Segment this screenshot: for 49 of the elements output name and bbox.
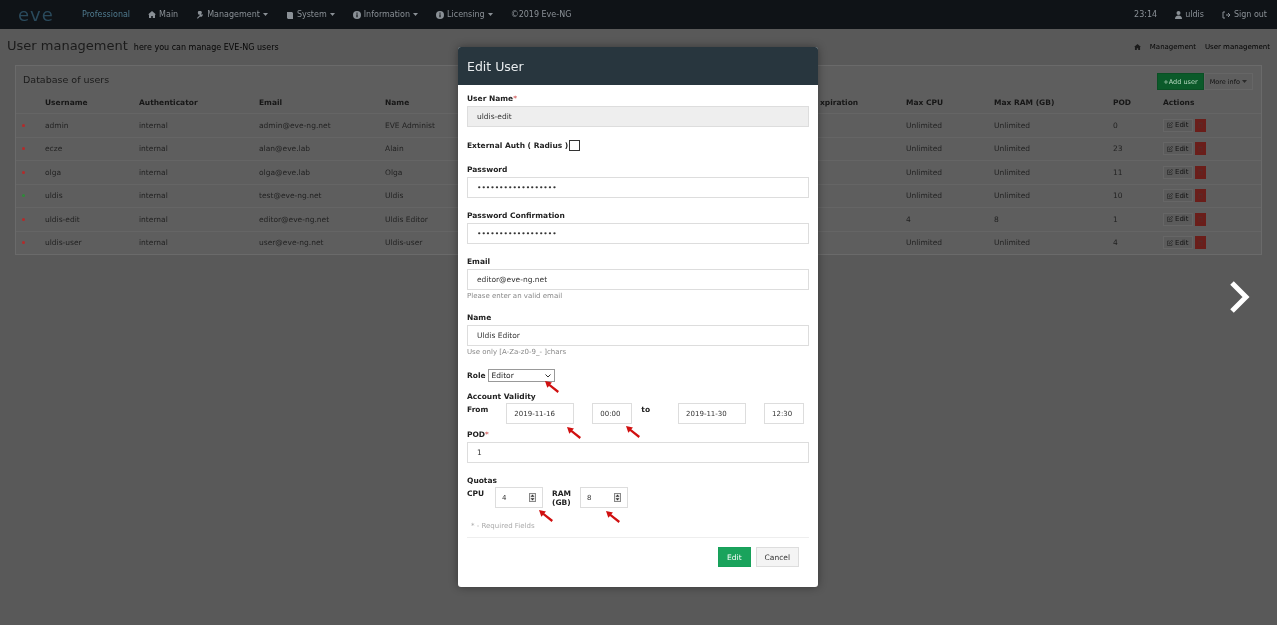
page-title: User management (7, 38, 128, 53)
edit-icon (1167, 216, 1173, 223)
sign-out-icon (1221, 10, 1231, 19)
delete-button[interactable] (1194, 165, 1206, 179)
page-subtitle: here you can manage EVE-NG users (133, 43, 279, 52)
caret-icon (329, 13, 335, 16)
delete-button[interactable] (1194, 236, 1206, 250)
user-menu[interactable]: uldis (1175, 10, 1204, 19)
delete-button[interactable] (1194, 212, 1206, 226)
caret-icon (413, 13, 419, 16)
edit-icon (1167, 122, 1173, 129)
caret-icon (262, 13, 268, 16)
edit-icon (1167, 239, 1173, 246)
nav-menu-item[interactable]: Management (196, 10, 268, 19)
edition-label: Professional (82, 10, 131, 19)
info-icon (352, 10, 361, 19)
nav-menu-item[interactable]: Main (148, 10, 179, 19)
user-icon (1175, 10, 1183, 19)
nav-menu-item[interactable]: Licensing (436, 10, 493, 19)
checkbox[interactable] (569, 140, 581, 151)
edit-icon (1167, 145, 1173, 152)
annotation-arrow-icon (539, 510, 553, 522)
wrench-icon (196, 10, 205, 19)
edit-icon (1167, 169, 1173, 176)
home-icon (148, 11, 157, 18)
spinner-icon (614, 493, 621, 502)
panel-title: Database of users (23, 74, 110, 85)
annotation-arrow-icon (567, 427, 581, 439)
book-icon (285, 10, 294, 19)
clock-time: 23:14 (1134, 10, 1158, 19)
caret-icon (1242, 80, 1247, 83)
nav-menu-item[interactable]: System (285, 10, 335, 19)
spinner-icon (529, 493, 536, 502)
home-icon[interactable] (1133, 44, 1141, 50)
annotation-arrow-icon (606, 511, 620, 523)
copyright-text: ©2019 Eve-NG (510, 10, 572, 19)
annotation-arrow-icon (626, 426, 640, 438)
chevron-right-icon[interactable] (1228, 280, 1252, 314)
dialog-title: Edit User (458, 47, 818, 85)
edit-icon (1167, 192, 1173, 199)
sign-out-link[interactable]: Sign out (1221, 10, 1267, 19)
delete-button[interactable] (1194, 118, 1206, 132)
chevron-down-icon (544, 373, 551, 378)
nav-menu-item[interactable]: Information (352, 10, 419, 19)
caret-icon (487, 13, 493, 16)
info-icon (436, 10, 445, 19)
delete-button[interactable] (1194, 189, 1206, 203)
delete-button[interactable] (1194, 142, 1206, 156)
annotation-arrow-icon (545, 381, 559, 393)
